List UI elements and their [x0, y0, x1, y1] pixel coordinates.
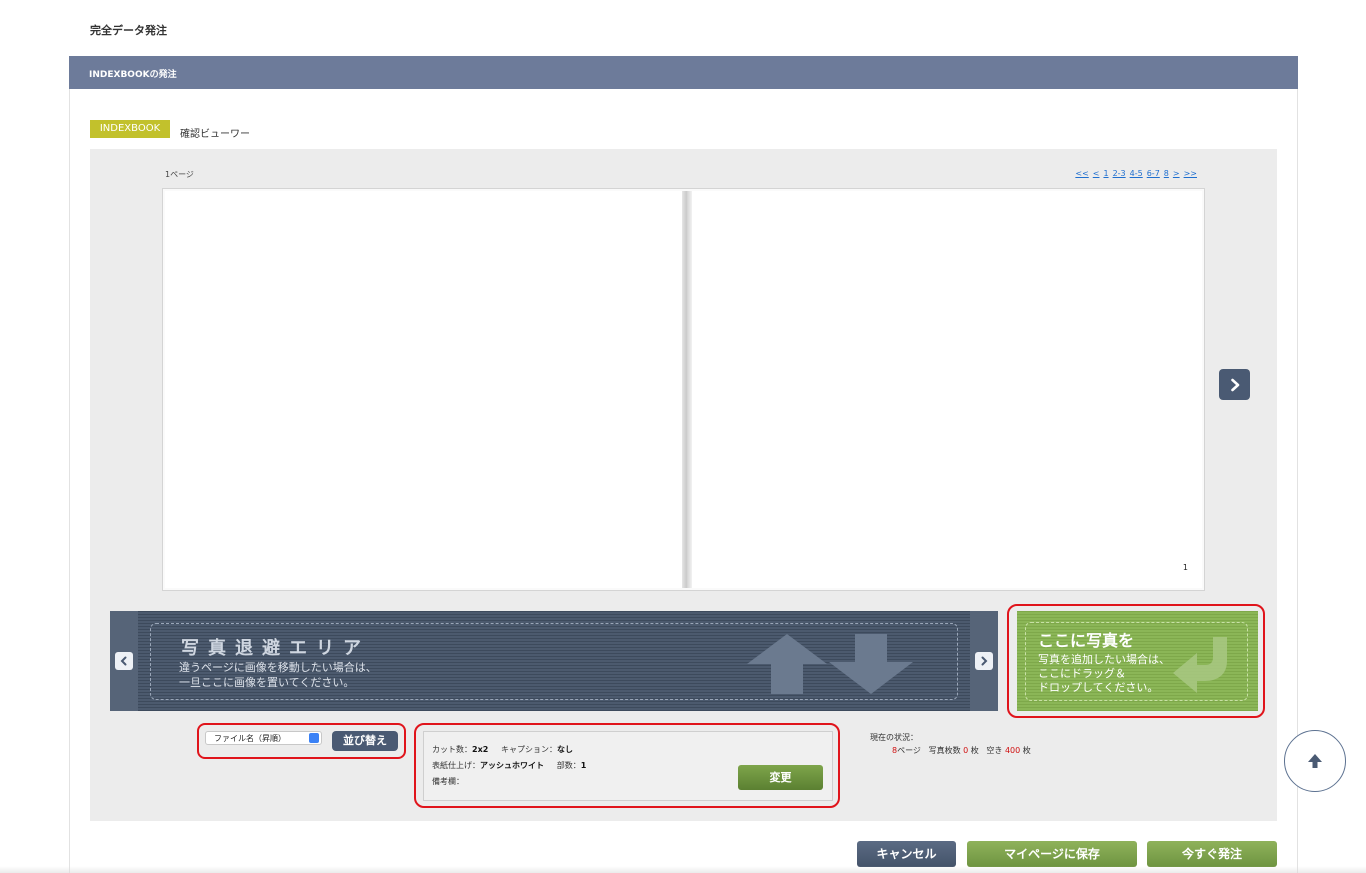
- section-header: INDEXBOOKの発注: [69, 56, 1298, 89]
- change-settings-button[interactable]: 変更: [738, 765, 823, 790]
- chevron-left-icon: [120, 656, 127, 666]
- photos-count: 0: [963, 746, 969, 755]
- next-page-button[interactable]: [1219, 369, 1250, 400]
- book-spread: 1: [162, 188, 1205, 591]
- page-title: 完全データ発注: [90, 24, 167, 37]
- stash-prev-button[interactable]: [110, 611, 138, 711]
- bottom-shadow: [0, 866, 1366, 873]
- copies-value: 1: [580, 761, 587, 770]
- pager-first[interactable]: <<: [1075, 169, 1088, 178]
- save-to-mypage-button[interactable]: マイページに保存: [967, 841, 1137, 867]
- right-page[interactable]: 1: [692, 191, 1202, 588]
- pager-page-1[interactable]: 1: [1103, 169, 1108, 178]
- drop-title: ここに写真を: [1038, 631, 1135, 650]
- stash-next-button[interactable]: [970, 611, 998, 711]
- photos-label: 写真枚数: [928, 746, 961, 755]
- page-number: 1: [1182, 563, 1188, 572]
- drop-zone: ここに写真を 写真を追加したい場合は、 ここにドラッグ＆ ドロップしてください。: [1025, 622, 1248, 701]
- status-values: 8ページ 写真枚数 0 枚 空き 400 枚: [870, 744, 1031, 757]
- curved-arrow-icon: [1173, 637, 1227, 693]
- stash-instructions: 違うページに画像を移動したい場合は、 一旦ここに画像を置いてください。: [179, 660, 377, 690]
- stash-drop-zone: 写真退避エリア 違うページに画像を移動したい場合は、 一旦ここに画像を置いてくだ…: [150, 623, 958, 700]
- current-page-label: 1ページ: [165, 170, 194, 179]
- pager-page-2-3[interactable]: 2-3: [1113, 169, 1126, 178]
- order-now-button[interactable]: 今すぐ発注: [1147, 841, 1277, 867]
- chevron-right-icon: [981, 656, 988, 666]
- photos-unit: 枚: [970, 746, 979, 755]
- free-count: 400: [1004, 746, 1021, 755]
- indexbook-tag: INDEXBOOK: [90, 120, 170, 138]
- notes-label: 備考欄：: [432, 777, 464, 786]
- drop-line-2: ここにドラッグ＆: [1038, 667, 1126, 680]
- drop-line-3: ドロップしてください。: [1038, 681, 1159, 694]
- photo-stash-area[interactable]: 写真退避エリア 違うページに画像を移動したい場合は、 一旦ここに画像を置いてくだ…: [110, 611, 998, 711]
- drop-line-1: 写真を追加したい場合は、: [1038, 653, 1170, 666]
- caption-value: なし: [557, 745, 574, 754]
- stash-line-2: 一旦ここに画像を置いてください。: [179, 676, 355, 689]
- chevron-right-icon: [1230, 378, 1239, 391]
- drop-instructions: 写真を追加したい場合は、 ここにドラッグ＆ ドロップしてください。: [1038, 653, 1170, 695]
- pager-page-6-7[interactable]: 6-7: [1147, 169, 1160, 178]
- scroll-to-top-button[interactable]: [1284, 730, 1346, 792]
- pager-page-8[interactable]: 8: [1164, 169, 1169, 178]
- cover-label: 表紙仕上げ：: [432, 761, 480, 770]
- select-arrows-icon: [309, 733, 319, 743]
- free-label: 空き: [986, 746, 1003, 755]
- arrow-up-icon: [1308, 754, 1322, 768]
- sort-selected-value: ファイル名（昇順）: [214, 734, 286, 743]
- status-panel: 現在の状況： 8ページ 写真枚数 0 枚 空き 400 枚: [870, 731, 1031, 757]
- pages-unit: ページ: [897, 746, 921, 755]
- stash-prev-btn-face: [115, 652, 133, 670]
- photo-drop-area[interactable]: ここに写真を 写真を追加したい場合は、 ここにドラッグ＆ ドロップしてください。: [1017, 611, 1258, 711]
- cover-value: アッシュホワイト: [480, 761, 544, 770]
- copies-label: 部数：: [556, 761, 581, 770]
- settings-panel: カット数：2x2 キャプション：なし 表紙仕上げ：アッシュホワイト 部数：1 備…: [423, 731, 833, 801]
- status-heading: 現在の状況：: [870, 733, 918, 742]
- cut-value: 2x2: [472, 745, 489, 754]
- cancel-button[interactable]: キャンセル: [857, 841, 956, 867]
- free-unit: 枚: [1022, 746, 1031, 755]
- settings-line-2: 表紙仕上げ：アッシュホワイト 部数：1: [432, 760, 586, 771]
- cut-label: カット数：: [432, 745, 472, 754]
- stash-title: 写真退避エリア: [181, 638, 370, 659]
- pager-next[interactable]: >: [1173, 169, 1180, 178]
- stash-next-btn-face: [975, 652, 993, 670]
- pager-prev[interactable]: <: [1093, 169, 1100, 178]
- settings-line-1: カット数：2x2 キャプション：なし: [432, 744, 573, 755]
- stash-line-1: 違うページに画像を移動したい場合は、: [179, 661, 377, 674]
- viewer-label: 確認ビューワー: [180, 129, 250, 140]
- pagination: << < 1 2-3 4-5 6-7 8 > >>: [1060, 169, 1197, 178]
- sort-order-select[interactable]: ファイル名（昇順）: [205, 731, 322, 745]
- left-page[interactable]: [165, 191, 682, 588]
- book-spine: [682, 191, 692, 588]
- caption-label: キャプション：: [501, 745, 558, 754]
- sort-button[interactable]: 並び替え: [332, 731, 398, 751]
- up-down-arrows-icon: [747, 634, 913, 694]
- pager-last[interactable]: >>: [1184, 169, 1197, 178]
- pager-page-4-5[interactable]: 4-5: [1130, 169, 1143, 178]
